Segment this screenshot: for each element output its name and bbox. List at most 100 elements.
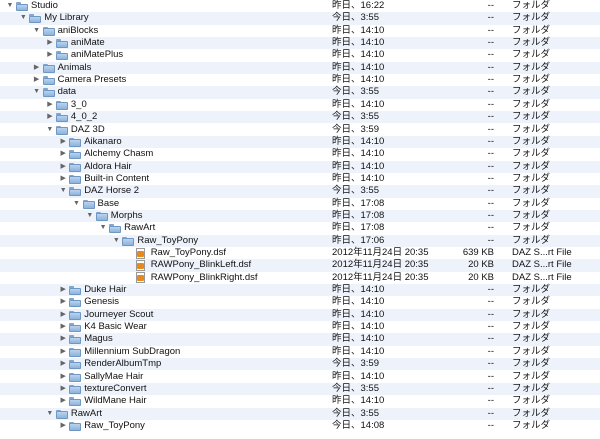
folder-row[interactable]: ▶ Built-in Content 昨日、14:10 -- フォルダ	[0, 173, 600, 185]
date-modified: 昨日、14:10	[332, 172, 385, 184]
disclosure-collapsed-icon[interactable]: ▶	[32, 74, 42, 86]
date-modified: 昨日、14:10	[332, 61, 385, 73]
file-size: --	[487, 24, 494, 36]
disclosure-collapsed-icon[interactable]: ▶	[58, 309, 68, 321]
disclosure-expanded-icon[interactable]: ▼	[58, 185, 68, 197]
item-name: DAZ Horse 2	[84, 185, 140, 197]
disclosure-collapsed-icon[interactable]: ▶	[58, 296, 68, 308]
disclosure-collapsed-icon[interactable]: ▶	[58, 161, 68, 173]
folder-row[interactable]: ▶ Duke Hair 昨日、14:10 -- フォルダ	[0, 284, 600, 297]
folder-row[interactable]: ▶ 3_0 昨日、14:10 -- フォルダ	[0, 99, 600, 111]
file-size: --	[487, 358, 494, 370]
disclosure-collapsed-icon[interactable]: ▶	[58, 284, 68, 296]
disclosure-expanded-icon[interactable]: ▼	[32, 25, 42, 37]
date-modified: 今日、3:59	[332, 358, 379, 370]
disclosure-expanded-icon[interactable]: ▼	[45, 408, 55, 420]
disclosure-collapsed-icon[interactable]: ▶	[58, 420, 68, 432]
item-name: Raw_ToyPony.dsf	[150, 247, 227, 258]
disclosure-collapsed-icon[interactable]: ▶	[58, 333, 68, 345]
disclosure-expanded-icon[interactable]: ▼	[45, 124, 55, 136]
file-kind: フォルダ	[512, 345, 551, 357]
disclosure-collapsed-icon[interactable]: ▶	[45, 37, 55, 49]
file-size: --	[487, 209, 494, 221]
disclosure-collapsed-icon[interactable]: ▶	[58, 173, 68, 185]
file-row[interactable]: Raw_ToyPony.dsf 2012年11月24日 20:35 639 KB DA…	[0, 247, 600, 259]
folder-row[interactable]: ▶ Alchemy Chasm 昨日、14:10 -- フォルダ	[0, 148, 600, 160]
date-modified: 昨日、14:10	[332, 308, 385, 320]
item-name: Raw_ToyPony	[137, 234, 199, 246]
disclosure-collapsed-icon[interactable]: ▶	[32, 62, 42, 74]
folder-row[interactable]: ▶ Journeyer Scout 昨日、14:10 -- フォルダ	[0, 308, 600, 322]
date-modified: 昨日、14:10	[332, 296, 385, 308]
disclosure-collapsed-icon[interactable]: ▶	[45, 49, 55, 61]
file-kind: フォルダ	[512, 160, 551, 172]
folder-row[interactable]: ▶ Aldora Hair 昨日、14:10 -- フォルダ	[0, 160, 600, 173]
disclosure-collapsed-icon[interactable]: ▶	[58, 383, 68, 395]
disclosure-collapsed-icon[interactable]: ▶	[58, 371, 68, 383]
file-kind: フォルダ	[512, 49, 551, 61]
disclosure-collapsed-icon[interactable]: ▶	[58, 321, 68, 333]
folder-row[interactable]: ▼ Morphs 昨日、17:08 -- フォルダ	[0, 209, 600, 223]
folder-row[interactable]: ▼ Base 昨日、17:08 -- フォルダ	[0, 198, 600, 210]
disclosure-collapsed-icon[interactable]: ▶	[58, 346, 68, 358]
date-modified: 昨日、14:10	[332, 284, 385, 296]
disclosure-expanded-icon[interactable]: ▼	[85, 210, 95, 222]
disclosure-expanded-icon[interactable]: ▼	[5, 0, 15, 12]
file-size: --	[487, 74, 494, 86]
disclosure-expanded-icon[interactable]: ▼	[32, 86, 42, 98]
folder-row[interactable]: ▶ Raw_ToyPony 今日、14:08 -- フォルダ	[0, 420, 600, 432]
folder-row[interactable]: ▼ Studio 昨日、16:22 -- フォルダ	[0, 0, 600, 12]
folder-row[interactable]: ▶ WildMane Hair 昨日、14:10 -- フォルダ	[0, 395, 600, 407]
disclosure-collapsed-icon[interactable]: ▶	[58, 395, 68, 407]
file-kind: フォルダ	[512, 358, 551, 370]
folder-row[interactable]: ▼ My Library 今日、3:55 -- フォルダ	[0, 12, 600, 25]
folder-row[interactable]: ▶ aniMate 昨日、14:10 -- フォルダ	[0, 37, 600, 50]
folder-row[interactable]: ▶ Magus 昨日、14:10 -- フォルダ	[0, 333, 600, 346]
item-name: RAWPony_BlinkRight.dsf	[150, 271, 258, 283]
file-size: 20 KB	[468, 271, 494, 283]
folder-row[interactable]: ▼ RawArt 昨日、17:08 -- フォルダ	[0, 222, 600, 234]
item-name: Genesis	[84, 296, 120, 308]
folder-row[interactable]: ▶ Millennium SubDragon 昨日、14:10 -- フォルダ	[0, 346, 600, 358]
file-size: 639 KB	[462, 247, 494, 258]
folder-row[interactable]: ▼ RawArt 今日、3:55 -- フォルダ	[0, 407, 600, 420]
folder-row[interactable]: ▼ DAZ 3D 今日、3:59 -- フォルダ	[0, 124, 600, 136]
date-modified: 昨日、14:10	[332, 321, 385, 333]
disclosure-expanded-icon[interactable]: ▼	[111, 235, 121, 247]
file-row[interactable]: RAWPony_BlinkLeft.dsf 2012年11月24日 20:35 20…	[0, 259, 600, 272]
folder-row[interactable]: ▼ aniBlocks 昨日、14:10 -- フォルダ	[0, 25, 600, 37]
disclosure-collapsed-icon[interactable]: ▶	[58, 136, 68, 148]
disclosure-collapsed-icon[interactable]: ▶	[58, 148, 68, 160]
file-kind: フォルダ	[512, 135, 551, 147]
folder-row[interactable]: ▶ K4 Basic Wear 昨日、14:10 -- フォルダ	[0, 321, 600, 333]
item-name: Journeyer Scout	[84, 308, 154, 320]
folder-row[interactable]: ▼ Raw_ToyPony 昨日、17:06 -- フォルダ	[0, 234, 600, 247]
folder-row[interactable]: ▶ Aikanaro 昨日、14:10 -- フォルダ	[0, 135, 600, 149]
folder-row[interactable]: ▶ Animals 昨日、14:10 -- フォルダ	[0, 61, 600, 75]
folder-row[interactable]: ▼ DAZ Horse 2 今日、3:55 -- フォルダ	[0, 185, 600, 198]
file-row[interactable]: RAWPony_BlinkRight.dsf 2012年11月24日 20:35 2…	[0, 272, 600, 284]
disclosure-expanded-icon[interactable]: ▼	[18, 12, 28, 24]
disclosure-collapsed-icon[interactable]: ▶	[58, 358, 68, 370]
folder-row[interactable]: ▶ aniMatePlus 昨日、14:10 -- フォルダ	[0, 49, 600, 61]
file-kind: フォルダ	[512, 185, 551, 197]
folder-icon	[16, 2, 28, 11]
item-name: 3_0	[70, 98, 87, 110]
folder-icon	[55, 125, 68, 135]
disclosure-collapsed-icon[interactable]: ▶	[45, 99, 55, 111]
disclosure-expanded-icon[interactable]: ▼	[72, 198, 82, 210]
file-kind: フォルダ	[512, 321, 551, 333]
folder-row[interactable]: ▶ Camera Presets 昨日、14:10 -- フォルダ	[0, 74, 600, 86]
folder-row[interactable]: ▶ textureConvert 今日、3:55 -- フォルダ	[0, 382, 600, 396]
folder-row[interactable]: ▶ SallyMae Hair 昨日、14:10 -- フォルダ	[0, 371, 600, 383]
folder-row[interactable]: ▶ 4_0_2 今日、3:55 -- フォルダ	[0, 111, 600, 124]
folder-row[interactable]: ▶ Genesis 昨日、14:10 -- フォルダ	[0, 296, 600, 308]
folder-row[interactable]: ▶ RenderAlbumTmp 今日、3:59 -- フォルダ	[0, 358, 600, 371]
file-size: --	[487, 222, 494, 234]
disclosure-collapsed-icon[interactable]: ▶	[45, 111, 55, 123]
file-kind: フォルダ	[512, 296, 551, 308]
file-kind: フォルダ	[512, 370, 551, 382]
disclosure-expanded-icon[interactable]: ▼	[98, 222, 108, 234]
folder-row[interactable]: ▼ data 今日、3:55 -- フォルダ	[0, 86, 600, 99]
file-size: --	[487, 98, 494, 110]
